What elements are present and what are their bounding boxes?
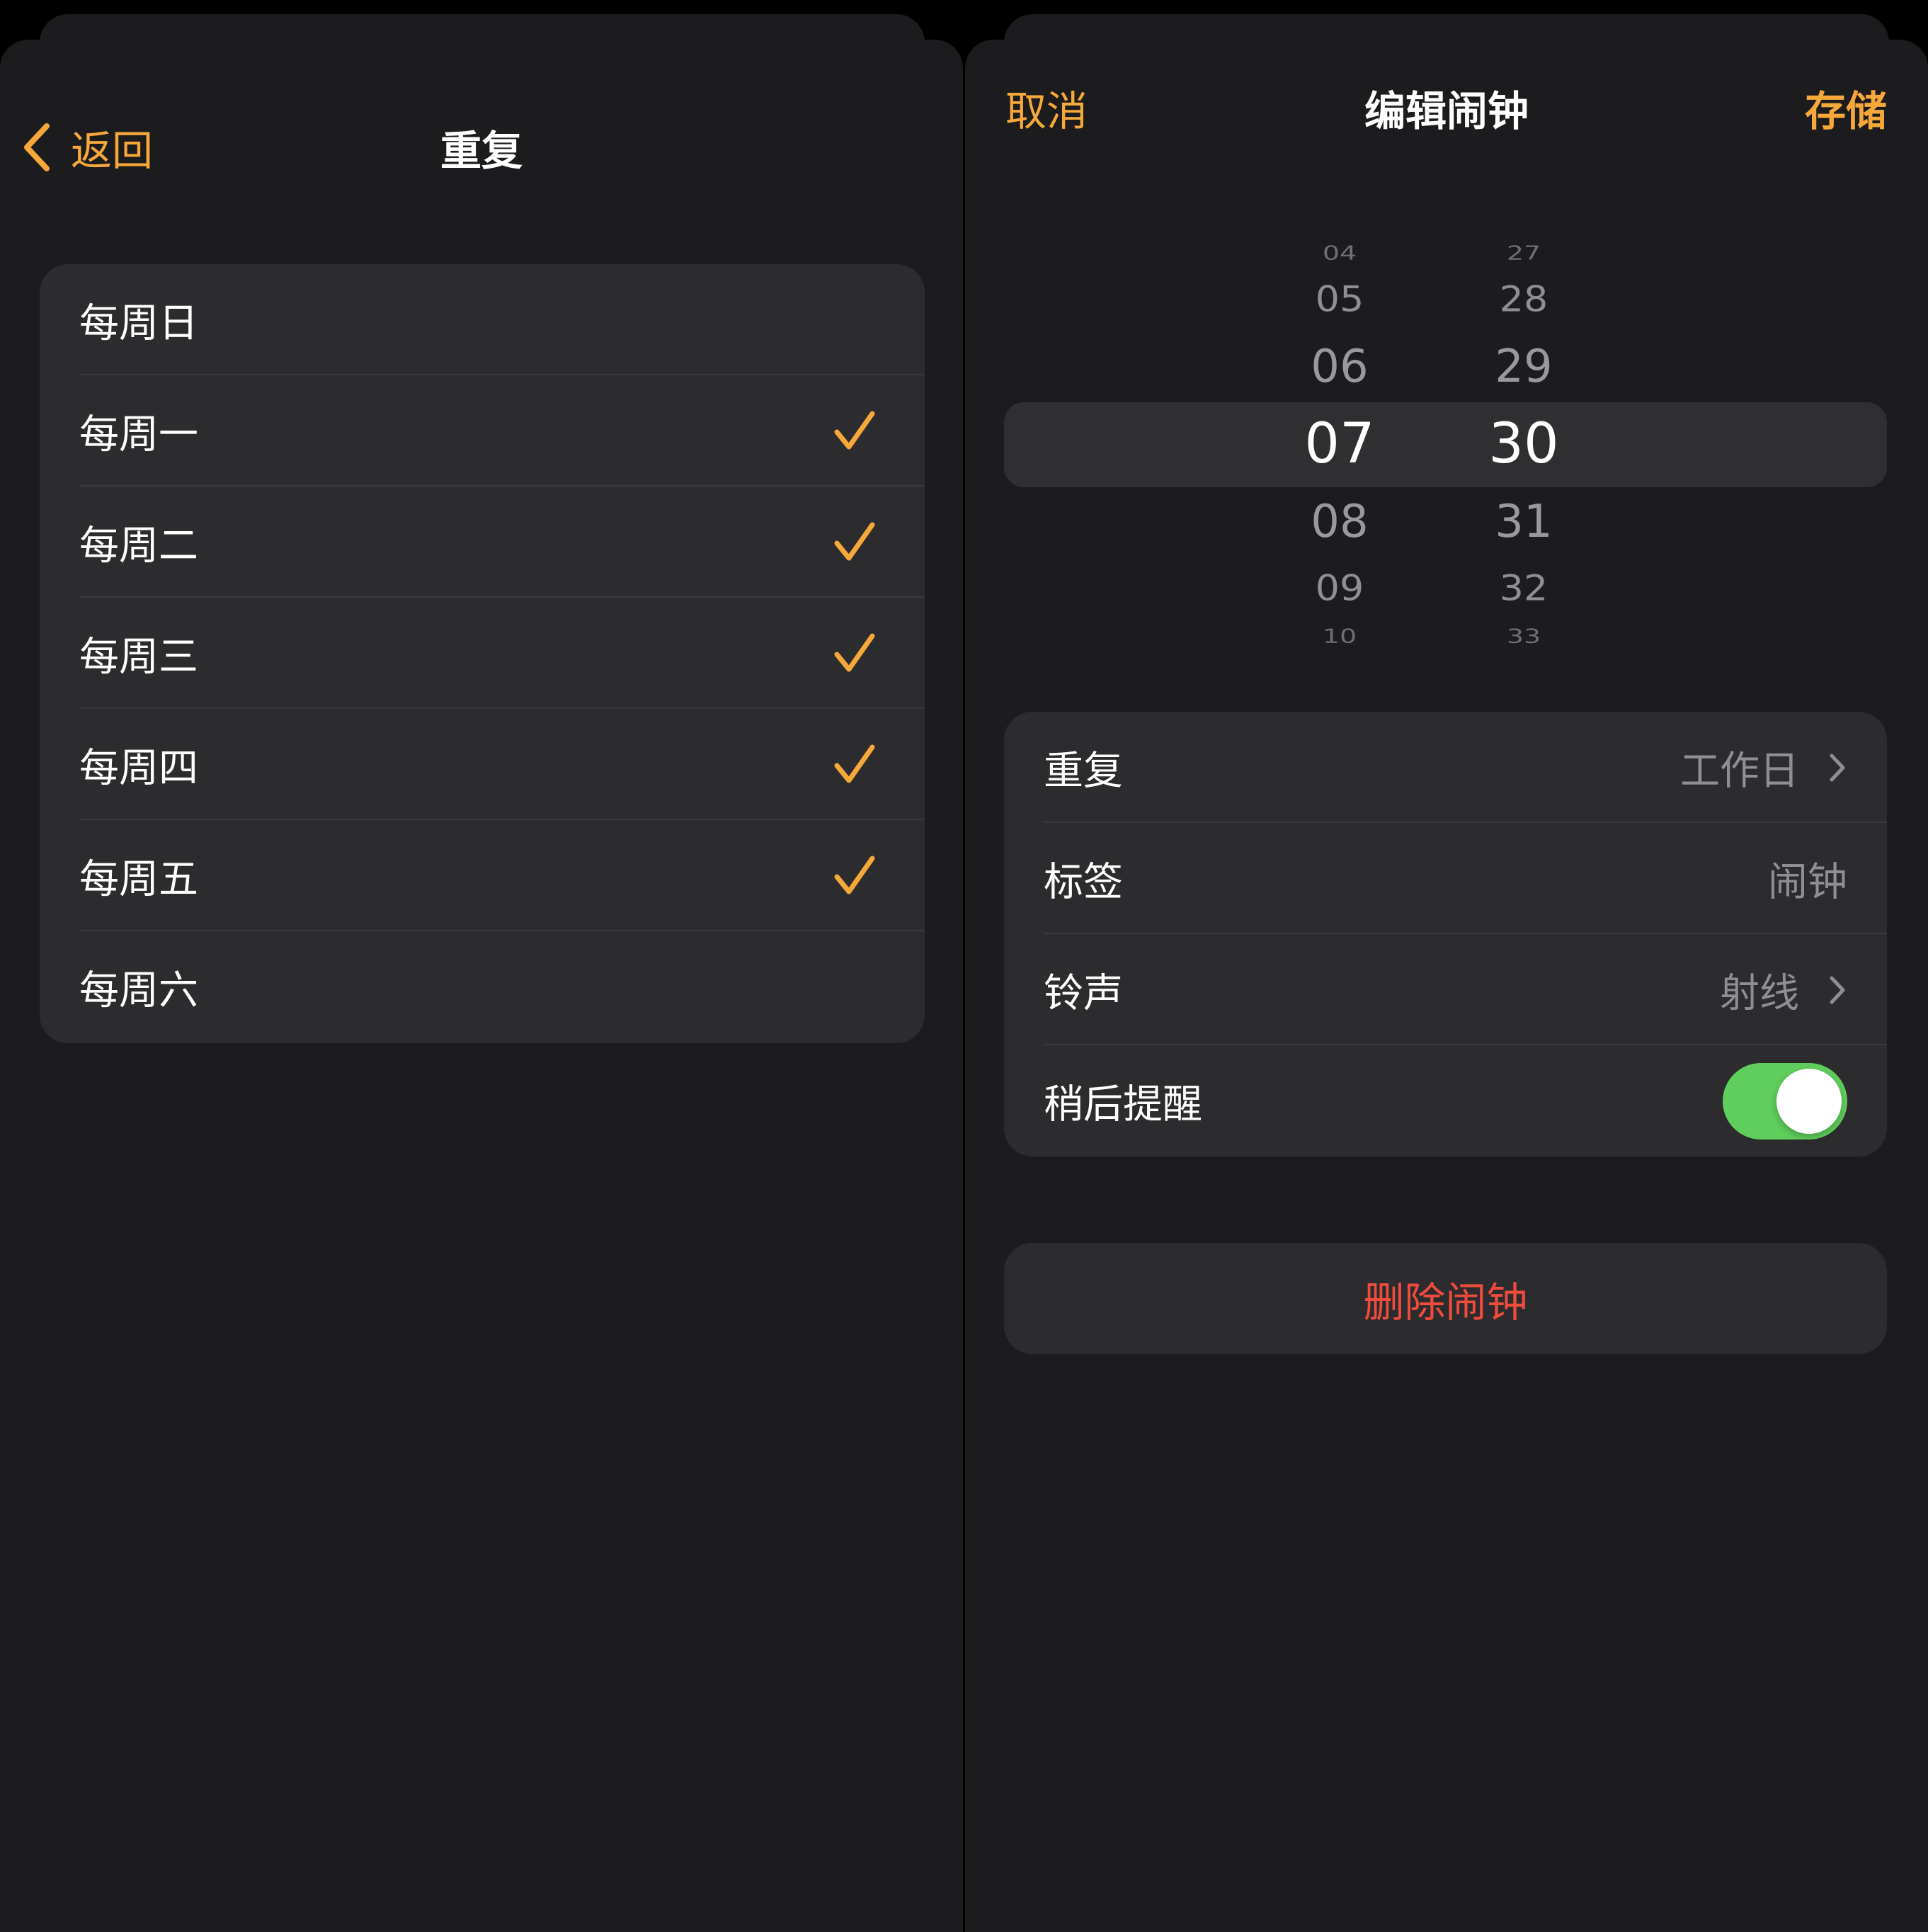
- snooze-label: 稍后提醒: [1044, 1081, 1202, 1127]
- checkmark-icon: [834, 744, 875, 783]
- picker-selection-highlight: [1004, 402, 1887, 487]
- ringtone-label: 铃声: [1044, 970, 1123, 1016]
- hour-option[interactable]: 05: [1316, 282, 1364, 317]
- settings-row-repeat[interactable]: 重复 工作日: [1004, 712, 1887, 823]
- checkmark-icon: [834, 522, 875, 560]
- weekday-label: 每周四: [79, 745, 198, 791]
- minute-option[interactable]: 33: [1507, 626, 1541, 645]
- minute-option[interactable]: 29: [1495, 344, 1552, 390]
- weekday-label: 每周五: [79, 856, 198, 902]
- tag-label: 标签: [1044, 859, 1123, 905]
- toggle-knob: [1776, 1068, 1842, 1134]
- weekday-list: 每周日每周一每周二每周三每周四每周五每周六: [40, 264, 925, 1043]
- weekday-label: 每周六: [79, 967, 198, 1013]
- back-button[interactable]: 返回: [21, 118, 153, 177]
- hour-option[interactable]: 06: [1311, 344, 1368, 390]
- weekday-row[interactable]: 每周五: [40, 820, 925, 931]
- repeat-label: 重复: [1044, 748, 1123, 794]
- delete-alarm-button[interactable]: 删除闹钟: [1004, 1243, 1887, 1354]
- weekday-label: 每周三: [79, 634, 198, 680]
- minute-option[interactable]: 32: [1500, 571, 1548, 606]
- checkmark-icon: [834, 633, 875, 671]
- alarm-settings-group: 重复 工作日 标签 闹钟 铃声 射线 稍后提醒: [1004, 712, 1887, 1157]
- page-title: 重复: [440, 127, 523, 175]
- minute-option[interactable]: 30: [1488, 416, 1558, 472]
- delete-alarm-label: 删除闹钟: [1363, 1278, 1528, 1326]
- repeat-sheet: 返回 重复 每周日每周一每周二每周三每周四每周五每周六: [0, 40, 963, 1932]
- weekday-row[interactable]: 每周一: [40, 375, 925, 487]
- weekday-label: 每周日: [79, 300, 198, 346]
- weekday-row[interactable]: 每周六: [40, 931, 925, 1042]
- hour-option[interactable]: 09: [1316, 571, 1364, 606]
- page-title-edit-alarm: 编辑闹钟: [1364, 87, 1529, 135]
- weekday-row[interactable]: 每周三: [40, 598, 925, 709]
- minute-option[interactable]: 27: [1507, 243, 1541, 262]
- snooze-toggle[interactable]: [1723, 1062, 1847, 1140]
- chevron-right-icon: [1830, 976, 1845, 1004]
- weekday-row[interactable]: 每周二: [40, 487, 925, 598]
- tag-value-field[interactable]: 闹钟: [1768, 850, 1847, 907]
- save-button[interactable]: 存储: [1805, 78, 1887, 137]
- checkmark-icon: [834, 856, 875, 894]
- chevron-right-icon: [1830, 754, 1845, 781]
- hour-option[interactable]: 04: [1323, 243, 1357, 262]
- weekday-label: 每周二: [79, 523, 198, 569]
- cancel-button[interactable]: 取消: [1005, 78, 1088, 137]
- repeat-value: 工作日: [1680, 748, 1799, 794]
- hour-option[interactable]: 08: [1311, 499, 1368, 545]
- settings-row-snooze: 稍后提醒: [1004, 1045, 1887, 1157]
- minute-option[interactable]: 31: [1495, 499, 1552, 545]
- back-label: 返回: [71, 127, 154, 175]
- hour-option[interactable]: 07: [1304, 416, 1374, 472]
- checkmark-icon: [834, 411, 875, 449]
- minute-option[interactable]: 28: [1500, 282, 1548, 317]
- settings-row-tag[interactable]: 标签 闹钟: [1004, 823, 1887, 934]
- weekday-label: 每周一: [79, 411, 198, 458]
- chevron-left-icon: [24, 123, 50, 171]
- settings-row-ringtone[interactable]: 铃声 射线: [1004, 934, 1887, 1045]
- hour-option[interactable]: 10: [1323, 626, 1357, 645]
- weekday-row[interactable]: 每周日: [40, 264, 925, 375]
- weekday-row[interactable]: 每周四: [40, 709, 925, 820]
- ringtone-value: 射线: [1720, 970, 1799, 1016]
